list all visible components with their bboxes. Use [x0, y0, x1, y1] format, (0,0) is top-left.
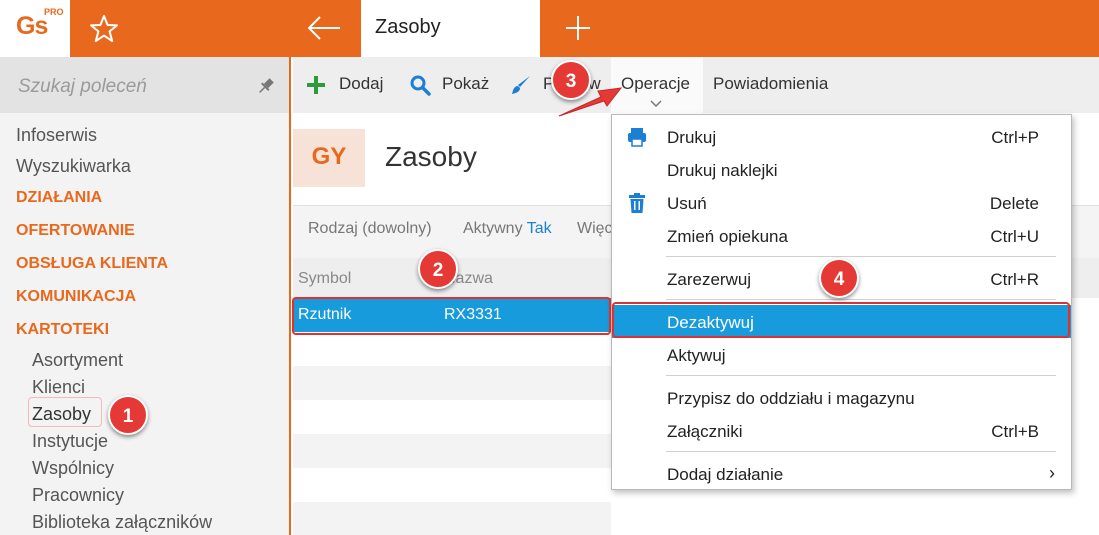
menu-item-dodaj-dzialanie[interactable]: Dodaj działanie ›	[612, 457, 1071, 490]
menu-annotation-box	[612, 302, 1070, 338]
logo-text: Gs	[16, 12, 48, 40]
sidebar-section-ofertowanie[interactable]: OFERTOWANIE	[16, 222, 135, 240]
row-annotation-box	[292, 297, 611, 335]
toolbar: Dodaj Pokaż Popraw Operacje Powiadomieni…	[293, 57, 1099, 113]
star-icon[interactable]	[88, 13, 120, 45]
filter-active-label: Aktywny	[463, 220, 523, 237]
printer-icon	[628, 128, 646, 147]
menu-item-przypisz[interactable]: Przypisz do oddziału i magazynu	[612, 381, 1071, 414]
page-title: Zasoby	[385, 141, 477, 172]
menu-item-label: Załączniki	[667, 422, 743, 441]
menu-item-label: Zmień opiekuna	[667, 227, 788, 246]
sidebar-section-komunikacja[interactable]: KOMUNIKACJA	[16, 288, 136, 306]
menu-separator	[666, 375, 1056, 376]
sidebar-item-biblioteka[interactable]: Biblioteka załączników	[32, 512, 212, 533]
table-row-empty	[293, 366, 611, 400]
operations-button[interactable]: Operacje	[611, 57, 703, 113]
menu-item-shortcut: Ctrl+R	[990, 270, 1039, 289]
menu-item-label: Przypisz do oddziału i magazynu	[667, 389, 915, 408]
back-arrow-icon[interactable]	[305, 12, 343, 44]
menu-item-shortcut: Ctrl+U	[990, 227, 1039, 246]
annotation-arrow-icon	[558, 87, 623, 117]
tab-title: Zasoby	[375, 16, 441, 38]
menu-item-drukuj-naklejki[interactable]: Drukuj naklejki	[612, 153, 1071, 186]
menu-item-label: Drukuj	[667, 128, 717, 147]
add-button[interactable]: Dodaj	[339, 74, 383, 94]
menu-item-label: Dodaj działanie	[667, 465, 784, 484]
top-bar: Gs PRO Zasoby	[0, 0, 1099, 57]
menu-item-zalaczniki[interactable]: Załączniki Ctrl+B	[612, 414, 1071, 447]
sidebar-item-instytucje[interactable]: Instytucje	[32, 431, 108, 452]
sidebar-section-dzialania[interactable]: DZIAŁANIA	[16, 189, 102, 207]
sidebar-item-infoserwis[interactable]: Infoserwis	[16, 125, 97, 146]
notifications-button[interactable]: Powiadomienia	[713, 74, 828, 94]
sidebar-section-obsluga-klienta[interactable]: OBSŁUGA KLIENTA	[16, 255, 168, 273]
filter-kind[interactable]: Rodzaj (dowolny)	[308, 220, 432, 238]
table-row-empty	[293, 400, 611, 434]
menu-separator	[666, 451, 1056, 452]
module-badge-text: GY	[311, 143, 347, 170]
annotation-badge-2: 2	[418, 249, 458, 289]
annotation-badge-4: 4	[819, 258, 859, 298]
chevron-right-icon: ›	[1049, 463, 1055, 483]
show-button[interactable]: Pokaż	[442, 74, 489, 94]
plus-icon[interactable]	[305, 74, 327, 96]
operations-label: Operacje	[621, 74, 690, 93]
trash-icon	[629, 193, 645, 213]
new-tab-plus-icon[interactable]	[563, 12, 593, 44]
menu-item-label: Aktywuj	[667, 346, 726, 365]
sidebar-section-kartoteki[interactable]: KARTOTEKI	[16, 321, 109, 339]
menu-item-shortcut: Ctrl+P	[991, 128, 1039, 147]
sidebar-item-wspolnicy[interactable]: Wspólnicy	[32, 458, 114, 479]
menu-item-drukuj[interactable]: Drukuj Ctrl+P	[612, 120, 1071, 153]
logo-pro-label: PRO	[44, 7, 64, 17]
sidebar-item-wyszukiwarka[interactable]: Wyszukiwarka	[16, 156, 131, 177]
menu-item-label: Drukuj naklejki	[667, 161, 778, 180]
command-search[interactable]: Szukaj poleceń	[0, 57, 289, 113]
menu-item-usun[interactable]: Usuń Delete	[612, 186, 1071, 219]
table-row-empty	[293, 332, 611, 366]
chevron-down-icon	[650, 100, 662, 108]
menu-item-label: Usuń	[667, 194, 707, 213]
filter-active-value: Tak	[526, 220, 552, 237]
app-logo[interactable]: Gs PRO	[0, 0, 70, 57]
menu-item-label: Zarezerwuj	[667, 270, 752, 289]
sidebar-item-zasoby[interactable]: Zasoby	[32, 404, 91, 425]
annotation-badge-1: 1	[108, 395, 148, 435]
table-row-empty	[293, 434, 611, 468]
menu-item-aktywuj[interactable]: Aktywuj	[612, 338, 1071, 371]
menu-separator	[666, 256, 1056, 257]
table-row-empty	[293, 468, 611, 502]
menu-item-zmien-opiekuna[interactable]: Zmień opiekuna Ctrl+U	[612, 219, 1071, 252]
sidebar-item-klienci[interactable]: Klienci	[32, 377, 85, 398]
table-row-empty	[293, 502, 611, 535]
module-badge: GY	[293, 129, 365, 187]
brush-icon[interactable]	[510, 74, 532, 96]
sidebar-item-pracownicy[interactable]: Pracownicy	[32, 485, 124, 506]
menu-separator	[666, 299, 1056, 300]
sidebar: Szukaj poleceń Infoserwis Wyszukiwarka D…	[0, 57, 291, 535]
search-icon[interactable]	[409, 74, 431, 96]
tab-zasoby[interactable]: Zasoby	[361, 0, 540, 57]
sidebar-item-asortyment[interactable]: Asortyment	[32, 350, 123, 371]
column-header-symbol[interactable]: Symbol	[298, 270, 351, 288]
pin-icon[interactable]	[256, 76, 276, 96]
search-input[interactable]: Szukaj poleceń	[18, 76, 147, 98]
menu-item-shortcut: Delete	[989, 194, 1039, 213]
filter-active[interactable]: Aktywny Tak	[463, 220, 552, 238]
menu-item-shortcut: Ctrl+B	[991, 422, 1039, 441]
